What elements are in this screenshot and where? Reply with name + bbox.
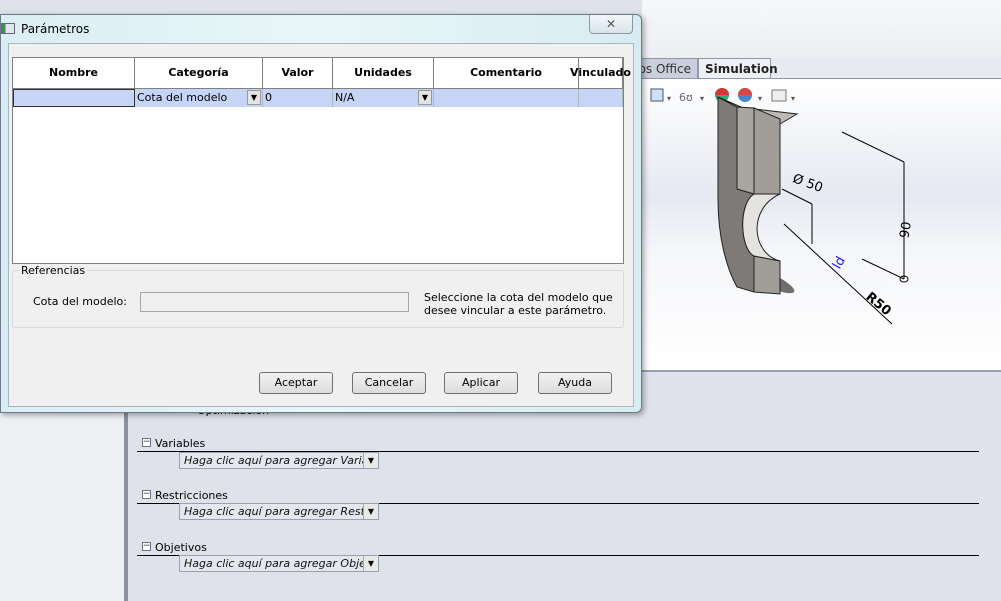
add-variable-dropdown[interactable]: Haga clic aquí para agregar Variabl ▼ (179, 452, 379, 469)
dialog-app-icon (1, 23, 15, 34)
section-variables-title: Variables (155, 437, 206, 450)
section-objectives-title: Objetivos (155, 541, 207, 554)
column-header-comentario[interactable]: Comentario (434, 58, 579, 89)
collapse-variables-icon[interactable]: − (142, 438, 151, 447)
ok-button[interactable]: Aceptar (259, 372, 333, 394)
parameters-dialog: Parámetros ✕ Nombre Categoría Valor Unid… (0, 14, 642, 413)
panel-divider[interactable] (126, 380, 128, 601)
model-view: ▾ 6ʊ ▾ ▾ ▾ Ø 50 90 R50 ld (650, 88, 915, 325)
cancel-button[interactable]: Cancelar (352, 372, 426, 394)
collapse-restrictions-icon[interactable]: − (142, 490, 151, 499)
feature-tree-panel (0, 413, 126, 601)
dimension-diameter[interactable]: Ø 50 (791, 171, 825, 196)
column-header-unidades[interactable]: Unidades (333, 58, 434, 89)
dropdown-placeholder: Haga clic aquí para agregar Variabl (184, 454, 379, 467)
dimension-radius[interactable]: R50 (863, 290, 894, 320)
dimension-height[interactable]: 90 (897, 221, 915, 240)
tab-simulation[interactable]: Simulation (698, 58, 778, 79)
section-restrictions-title: Restricciones (155, 489, 228, 502)
svg-text:▾: ▾ (667, 94, 671, 103)
chevron-down-icon[interactable]: ▼ (363, 504, 378, 519)
references-group: Referencias Cota del modelo: Seleccione … (12, 264, 624, 328)
cell-unidades-select[interactable]: N/A ▼ (333, 89, 434, 107)
help-button[interactable]: Ayuda (538, 372, 612, 394)
dialog-body: Nombre Categoría Valor Unidades Comentar… (8, 43, 634, 407)
parameters-table: Nombre Categoría Valor Unidades Comentar… (12, 57, 631, 264)
chevron-down-icon[interactable]: ▼ (363, 453, 378, 468)
svg-text:▾: ▾ (700, 94, 704, 103)
graphics-viewport[interactable]: ▾ 6ʊ ▾ ▾ ▾ Ø 50 90 R50 ld (642, 78, 1001, 370)
references-group-label: Referencias (19, 264, 88, 277)
column-header-nombre[interactable]: Nombre (13, 58, 135, 89)
chevron-down-icon[interactable]: ▼ (363, 556, 378, 571)
dropdown-placeholder: Haga clic aquí para agregar Restric (184, 505, 379, 518)
column-header-valor[interactable]: Valor (263, 58, 333, 89)
svg-text:6ʊ: 6ʊ (679, 91, 693, 104)
add-restriction-dropdown[interactable]: Haga clic aquí para agregar Restric ▼ (179, 503, 379, 520)
column-header-vinculado[interactable]: Vinculado (570, 58, 631, 89)
ribbon-area (642, 0, 1001, 58)
dropdown-placeholder: Haga clic aquí para agregar Objetiv (184, 557, 379, 570)
command-tabs: os Office Simulation (630, 58, 1001, 80)
collapse-objectives-icon[interactable]: − (142, 542, 151, 551)
divider (642, 370, 1001, 372)
cell-vinculado[interactable] (579, 89, 623, 107)
unidades-value: N/A (335, 91, 355, 104)
model-dimension-label: Cota del modelo: (33, 295, 127, 308)
svg-text:▾: ▾ (791, 94, 795, 103)
dialog-title: Parámetros (21, 22, 90, 36)
chevron-down-icon[interactable]: ▼ (418, 90, 432, 105)
chevron-down-icon[interactable]: ▼ (247, 90, 261, 105)
column-header-categoria[interactable]: Categoría (135, 58, 263, 89)
cell-comentario-input[interactable] (434, 89, 579, 107)
close-icon: ✕ (605, 17, 617, 31)
references-hint: Seleccione la cota del modelo que desee … (424, 291, 613, 317)
model-dimension-field[interactable] (140, 292, 409, 312)
cell-categoria-select[interactable]: Cota del modelo ▼ (135, 89, 263, 107)
add-objective-dropdown[interactable]: Haga clic aquí para agregar Objetiv ▼ (179, 555, 379, 572)
svg-text:▾: ▾ (758, 94, 762, 103)
close-button[interactable]: ✕ (589, 15, 633, 34)
apply-button[interactable]: Aplicar (444, 372, 518, 394)
categoria-value: Cota del modelo (137, 91, 228, 104)
cell-nombre-input[interactable] (13, 89, 135, 107)
cell-valor-input[interactable]: 0 (263, 89, 333, 107)
